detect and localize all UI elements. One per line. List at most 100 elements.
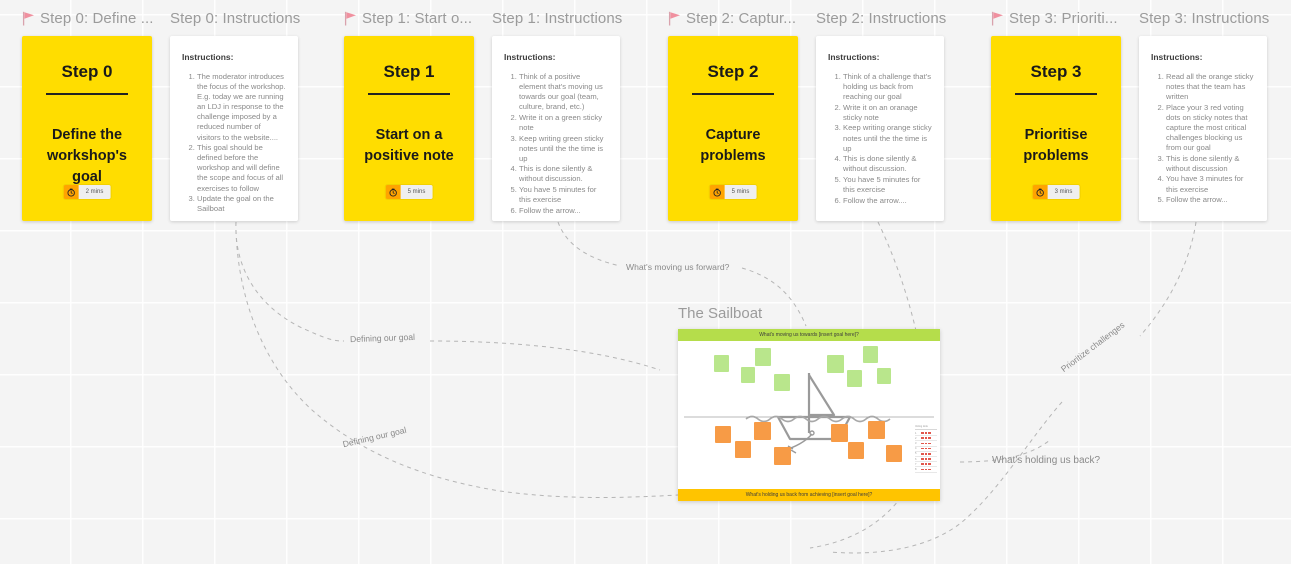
list-item: Write it on an oranage sticky note bbox=[843, 103, 932, 123]
flag-icon bbox=[344, 11, 357, 26]
whiteboard-canvas[interactable]: Step 0: Define ... Step 0: Instructions … bbox=[0, 0, 1291, 564]
voting-dots-legend[interactable]: Voting dots 1 2 3 4 5 6 7 8 bbox=[915, 425, 937, 473]
list-item: Read all the orange sticky notes that th… bbox=[1166, 72, 1255, 102]
sticky-note-orange[interactable] bbox=[735, 441, 751, 458]
timer-badge[interactable]: 2 mins bbox=[63, 185, 111, 199]
vote-dot[interactable] bbox=[921, 437, 924, 440]
instruction-card-step1[interactable]: Instructions: Think of a positive elemen… bbox=[492, 36, 620, 221]
timer-badge[interactable]: 5 mins bbox=[709, 185, 757, 199]
sticky-note-orange[interactable] bbox=[848, 442, 864, 459]
vote-dot[interactable] bbox=[924, 442, 928, 445]
frame-label-step2[interactable]: Step 2: Captur... bbox=[668, 10, 796, 27]
frame-label-step1[interactable]: Step 1: Start o... bbox=[344, 10, 472, 27]
vote-dot[interactable] bbox=[921, 447, 924, 450]
row-label: 6 bbox=[915, 457, 917, 461]
step-card-step2[interactable]: Step 2 Capture problems 5 mins bbox=[668, 36, 798, 221]
step-card-title: Step 2 bbox=[707, 62, 759, 81]
sticky-note-green[interactable] bbox=[827, 355, 844, 373]
step-card-step0[interactable]: Step 0 Define the workshop's goal 2 mins bbox=[22, 36, 152, 221]
sticky-note-green[interactable] bbox=[863, 346, 878, 363]
vote-dot[interactable] bbox=[921, 442, 924, 445]
vote-dot[interactable] bbox=[924, 453, 928, 455]
connector-path-whats-moving-us-forward-a bbox=[557, 221, 621, 267]
step-card-subtitle: Define the workshop's goal bbox=[47, 127, 127, 186]
instruction-card-step0[interactable]: Instructions: The moderator introduces t… bbox=[170, 36, 298, 221]
vote-dot[interactable] bbox=[924, 458, 928, 460]
instructions-heading: Instructions: bbox=[828, 52, 880, 62]
connector-path-prioritize-challenges-a bbox=[1139, 221, 1197, 337]
frame-label-step0[interactable]: Step 0: Define ... bbox=[22, 10, 154, 27]
vote-dot[interactable] bbox=[924, 463, 928, 466]
flag-icon bbox=[22, 11, 35, 26]
frame-label-text: Step 2: Captur... bbox=[686, 10, 797, 27]
step-card-title: Step 0 bbox=[61, 62, 113, 81]
instruction-card-step3[interactable]: Instructions: Read all the orange sticky… bbox=[1139, 36, 1267, 221]
sticky-note-orange[interactable] bbox=[715, 426, 731, 443]
list-item: This is done silently & without discussi… bbox=[1166, 154, 1255, 174]
frame-label-step2-instructions[interactable]: Step 2: Instructions bbox=[816, 10, 946, 27]
vote-dot[interactable] bbox=[924, 437, 928, 440]
row-label: 3 bbox=[915, 441, 917, 445]
flag-icon bbox=[668, 11, 681, 26]
vote-dot[interactable] bbox=[928, 442, 931, 445]
vote-dot[interactable] bbox=[928, 437, 931, 440]
connector-label-defining-our-goal-2: Defining our goal bbox=[341, 424, 408, 450]
timer-value: 2 mins bbox=[78, 185, 111, 199]
vote-dot[interactable] bbox=[921, 432, 924, 434]
list-item: This goal should be defined before the w… bbox=[197, 143, 286, 193]
timer-badge[interactable]: 5 mins bbox=[385, 185, 433, 199]
row-label: 2 bbox=[915, 436, 917, 440]
step-card-subtitle: Prioritise problems bbox=[1023, 127, 1089, 165]
vote-dot[interactable] bbox=[928, 453, 931, 455]
list-item: Place your 3 red voting dots on sticky n… bbox=[1166, 103, 1255, 153]
vote-dot[interactable] bbox=[928, 447, 931, 450]
list-item: You have 3 minutes for this exercise bbox=[1166, 174, 1255, 194]
sticky-note-green[interactable] bbox=[847, 370, 862, 387]
vote-dot[interactable] bbox=[921, 463, 924, 466]
list-item: Keep writing green sticky notes until th… bbox=[519, 134, 608, 164]
vote-dot[interactable] bbox=[921, 458, 924, 460]
stopwatch-icon bbox=[709, 185, 725, 199]
sticky-note-orange[interactable] bbox=[774, 447, 791, 465]
vote-dot[interactable] bbox=[921, 468, 924, 471]
vote-dot[interactable] bbox=[924, 447, 928, 450]
instruction-card-step2[interactable]: Instructions: Think of a challenge that'… bbox=[816, 36, 944, 221]
sticky-note-green[interactable] bbox=[774, 374, 790, 391]
divider bbox=[1014, 93, 1098, 95]
sticky-note-orange[interactable] bbox=[886, 445, 902, 462]
step-card-step3[interactable]: Step 3 Prioritise problems 3 mins bbox=[991, 36, 1121, 221]
frame-label-step1-instructions[interactable]: Step 1: Instructions bbox=[492, 10, 622, 27]
vote-dot[interactable] bbox=[928, 432, 931, 434]
step-card-step1[interactable]: Step 1 Start on a positive note 5 mins bbox=[344, 36, 474, 221]
sticky-note-green[interactable] bbox=[714, 355, 729, 372]
instructions-heading: Instructions: bbox=[504, 52, 556, 62]
list-item: Follow the arrow.... bbox=[843, 196, 932, 206]
stopwatch-icon bbox=[1032, 185, 1048, 199]
sticky-note-green[interactable] bbox=[877, 368, 891, 384]
instructions-list: The moderator introduces the focus of th… bbox=[182, 72, 286, 214]
sticky-note-orange[interactable] bbox=[868, 421, 885, 439]
table-row[interactable]: 8 bbox=[915, 467, 937, 473]
vote-dot[interactable] bbox=[928, 468, 931, 471]
frame-label-text: Step 3: Instructions bbox=[1139, 10, 1270, 27]
frame-label-step0-instructions[interactable]: Step 0: Instructions bbox=[170, 10, 300, 27]
sticky-note-orange[interactable] bbox=[754, 422, 771, 440]
vote-dot[interactable] bbox=[928, 463, 931, 466]
frame-label-step3-instructions[interactable]: Step 3: Instructions bbox=[1139, 10, 1269, 27]
frame-label-text: Step 0: Instructions bbox=[170, 10, 301, 27]
sailboat-board[interactable]: What's moving us towards [insert goal he… bbox=[678, 329, 940, 501]
row-label: 7 bbox=[915, 462, 917, 466]
vote-dot[interactable] bbox=[924, 468, 928, 471]
vote-dot[interactable] bbox=[921, 453, 924, 455]
sticky-note-green[interactable] bbox=[755, 348, 771, 366]
list-item: This is done silently & without discussi… bbox=[843, 154, 932, 174]
timer-badge[interactable]: 3 mins bbox=[1032, 185, 1080, 199]
connector-path-defining-our-goal-1b bbox=[429, 340, 661, 371]
sticky-note-green[interactable] bbox=[741, 367, 755, 383]
vote-dot[interactable] bbox=[924, 432, 928, 434]
frame-label-step3[interactable]: Step 3: Prioriti... bbox=[991, 10, 1118, 27]
sticky-note-orange[interactable] bbox=[831, 424, 848, 442]
instructions-heading: Instructions: bbox=[1151, 52, 1203, 62]
vote-dot[interactable] bbox=[928, 458, 931, 460]
frame-label-text: Step 2: Instructions bbox=[816, 10, 947, 27]
